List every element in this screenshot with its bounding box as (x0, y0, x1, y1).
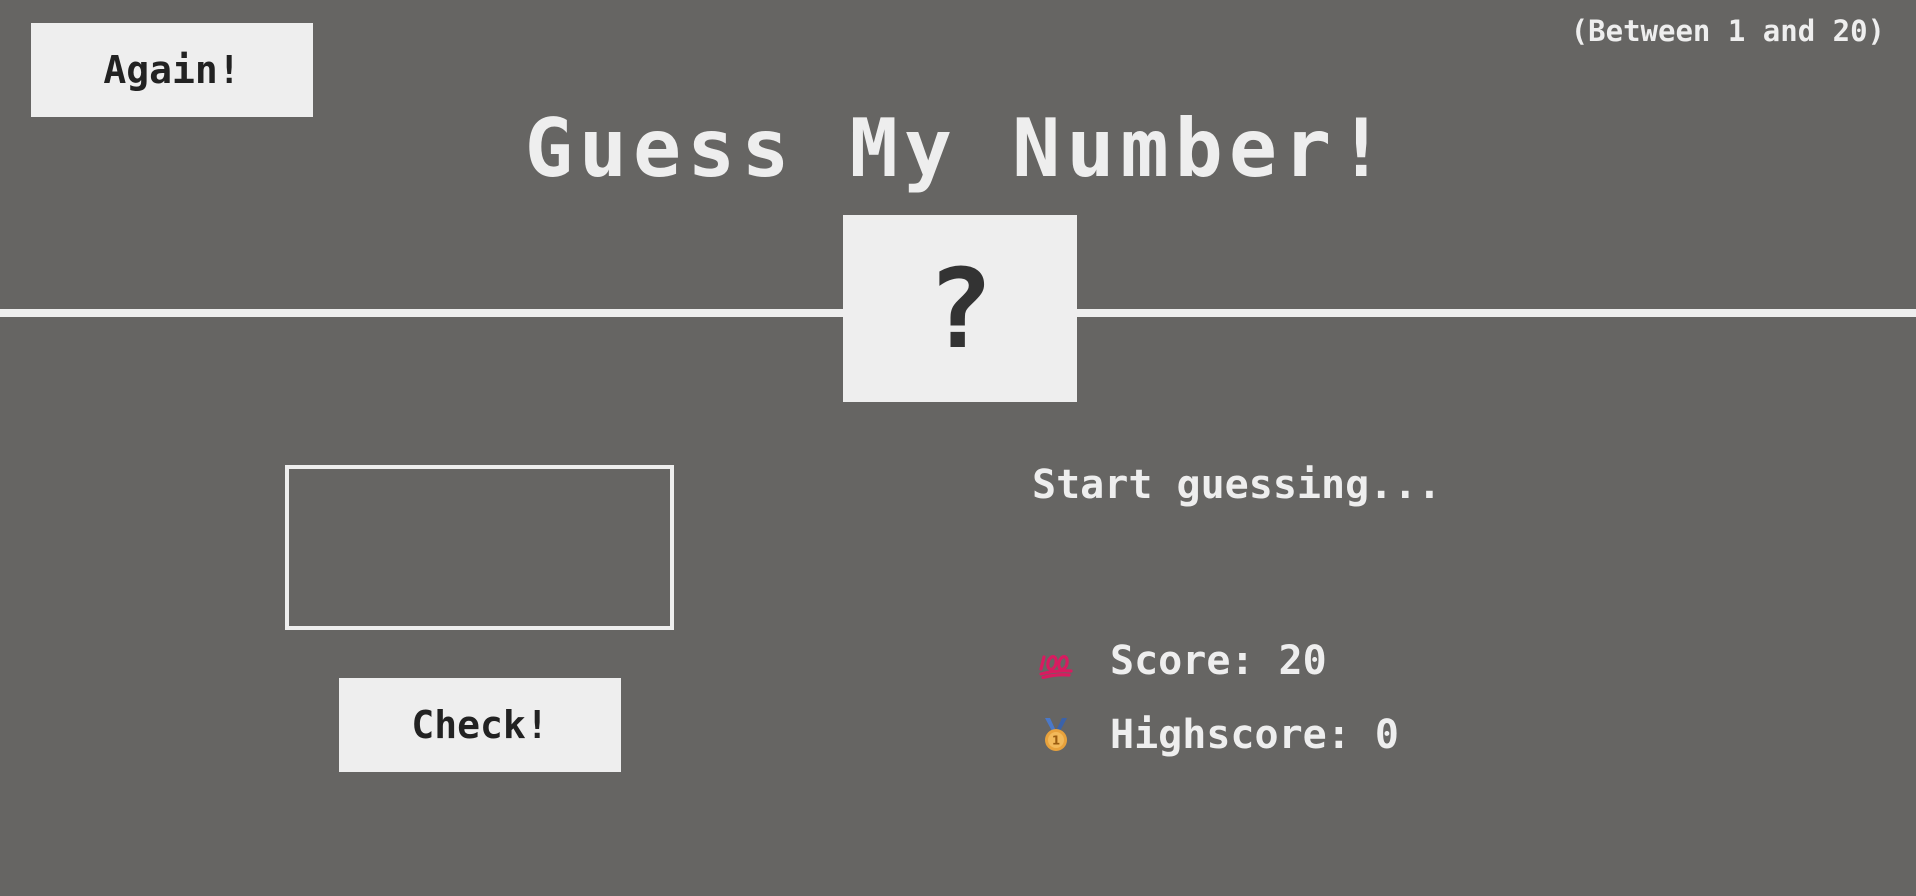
score-value: 20 (1278, 638, 1327, 684)
highscore-label: Highscore: (1110, 712, 1351, 758)
secret-number: ? (926, 244, 994, 373)
check-button[interactable]: Check! (339, 678, 621, 772)
highscore-value: 0 (1374, 712, 1399, 758)
medal-icon: 1 (1038, 717, 1074, 753)
page-title: Guess My Number! (524, 102, 1392, 195)
score-row: Score: 20 (1038, 638, 1327, 684)
range-hint: (Between 1 and 20) (1570, 14, 1885, 48)
highscore-row: 1 Highscore: 0 (1038, 712, 1399, 758)
secret-number-box: ? (843, 215, 1077, 402)
guess-input[interactable] (285, 465, 674, 630)
status-message: Start guessing... (1032, 462, 1442, 508)
score-label: Score: (1110, 638, 1255, 684)
hundred-points-icon (1038, 643, 1074, 680)
svg-text:1: 1 (1052, 734, 1060, 748)
